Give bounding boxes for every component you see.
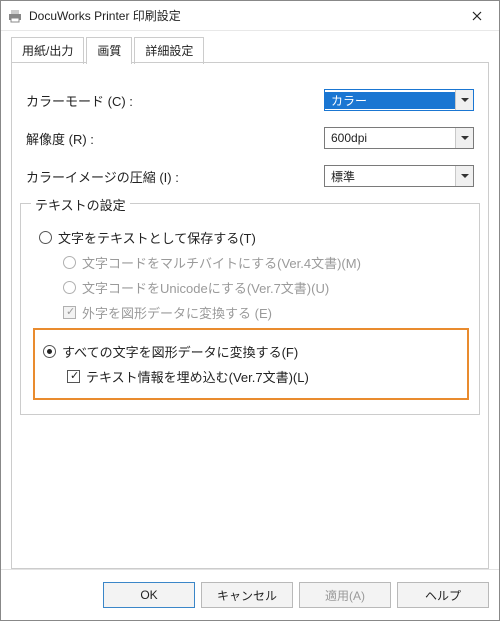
- chevron-down-icon: [455, 166, 473, 186]
- apply-button: 適用(A): [299, 582, 391, 608]
- ok-button[interactable]: OK: [103, 582, 195, 608]
- print-settings-window: DocuWorks Printer 印刷設定 用紙/出力 画質 詳細設定 カラー…: [0, 0, 500, 621]
- radio-all-to-shape-label: すべての文字を図形データに変換する(F): [62, 342, 298, 361]
- select-color-image-compression-value: 標準: [325, 168, 455, 185]
- checkbox-icon: [63, 306, 76, 319]
- radio-save-as-text-label: 文字をテキストとして保存する(T): [58, 228, 256, 247]
- close-icon: [472, 11, 482, 21]
- help-button[interactable]: ヘルプ: [397, 582, 489, 608]
- group-text-settings: テキストの設定 文字をテキストとして保存する(T) 文字コードをマルチバイトにす…: [20, 203, 480, 415]
- radio-all-to-shape[interactable]: すべての文字を図形データに変換する(F): [43, 342, 461, 361]
- chevron-down-icon: [455, 128, 473, 148]
- cancel-button[interactable]: キャンセル: [201, 582, 293, 608]
- window-title: DocuWorks Printer 印刷設定: [29, 7, 455, 24]
- chevron-down-icon: [455, 90, 473, 110]
- radio-icon: [63, 256, 76, 269]
- tab-image-quality[interactable]: 画質: [86, 37, 132, 64]
- radio-multibyte: 文字コードをマルチバイトにする(Ver.4文書)(M): [63, 253, 465, 272]
- highlight-box: すべての文字を図形データに変換する(F) テキスト情報を埋め込む(Ver.7文書…: [33, 328, 469, 400]
- button-bar: OK キャンセル 適用(A) ヘルプ: [1, 569, 499, 620]
- tab-paper-output[interactable]: 用紙/出力: [11, 37, 84, 64]
- label-resolution: 解像度 (R) :: [26, 129, 324, 148]
- row-resolution: 解像度 (R) : 600dpi: [26, 127, 474, 149]
- label-color-mode: カラーモード (C) :: [26, 91, 324, 110]
- close-button[interactable]: [455, 1, 499, 31]
- checkbox-icon: [67, 370, 80, 383]
- select-color-mode-value: カラー: [325, 92, 455, 109]
- radio-icon: [63, 281, 76, 294]
- group-text-settings-legend: テキストの設定: [31, 195, 130, 214]
- row-color-mode: カラーモード (C) : カラー: [26, 89, 474, 111]
- select-resolution-value: 600dpi: [325, 131, 455, 145]
- radio-multibyte-label: 文字コードをマルチバイトにする(Ver.4文書)(M): [82, 253, 361, 272]
- radio-icon: [43, 345, 56, 358]
- radio-icon: [39, 231, 52, 244]
- radio-unicode: 文字コードをUnicodeにする(Ver.7文書)(U): [63, 278, 465, 297]
- checkbox-gaiji-to-shape-label: 外字を図形データに変換する (E): [82, 303, 272, 322]
- select-color-mode[interactable]: カラー: [324, 89, 474, 111]
- tab-advanced[interactable]: 詳細設定: [134, 37, 204, 64]
- checkbox-gaiji-to-shape: 外字を図形データに変換する (E): [63, 303, 465, 322]
- client-area: 用紙/出力 画質 詳細設定 カラーモード (C) : カラー 解像度 (R) :: [1, 31, 499, 569]
- radio-save-as-text[interactable]: 文字をテキストとして保存する(T): [39, 228, 465, 247]
- checkbox-embed-text-info[interactable]: テキスト情報を埋め込む(Ver.7文書)(L): [67, 367, 461, 386]
- select-color-image-compression[interactable]: 標準: [324, 165, 474, 187]
- radio-unicode-label: 文字コードをUnicodeにする(Ver.7文書)(U): [82, 278, 329, 297]
- printer-icon: [7, 8, 23, 24]
- row-color-image-compression: カラーイメージの圧縮 (I) : 標準: [26, 165, 474, 187]
- titlebar: DocuWorks Printer 印刷設定: [1, 1, 499, 31]
- tab-page: カラーモード (C) : カラー 解像度 (R) : 600dpi: [11, 63, 489, 569]
- tabstrip: 用紙/出力 画質 詳細設定: [11, 37, 489, 63]
- checkbox-embed-text-info-label: テキスト情報を埋め込む(Ver.7文書)(L): [86, 367, 309, 386]
- label-color-image-compression: カラーイメージの圧縮 (I) :: [26, 167, 324, 186]
- select-resolution[interactable]: 600dpi: [324, 127, 474, 149]
